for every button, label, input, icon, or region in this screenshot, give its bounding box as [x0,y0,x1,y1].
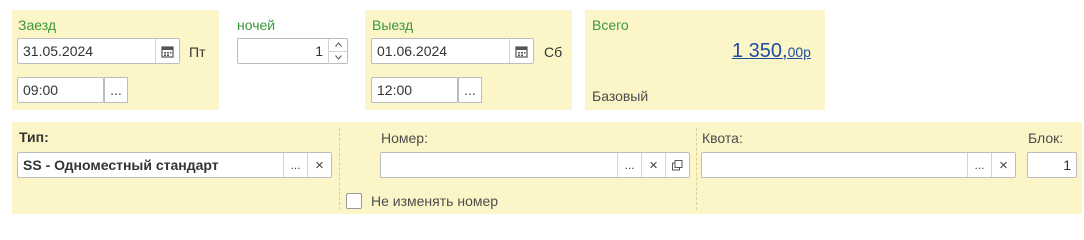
keep-number-checkbox[interactable] [346,193,362,209]
calendar-icon[interactable] [155,39,179,63]
room-type-clear-icon[interactable]: × [307,153,331,177]
room-type-value: SS - Одноместный стандарт [23,157,219,173]
total-amount-fraction: 00р [787,44,811,60]
keep-number-label: Не изменять номер [371,193,499,209]
room-number-label: Номер: [381,130,428,146]
stepper-up-icon[interactable] [329,39,347,51]
quota-clear-icon[interactable]: × [991,153,1015,177]
room-divider-2 [696,128,697,210]
open-icon[interactable] [665,153,689,177]
quota-label: Квота: [702,130,743,146]
room-divider-1 [339,128,340,210]
room-number-field[interactable]: ... × [380,152,690,178]
checkin-time-field[interactable]: 09:00 [17,77,104,103]
checkin-date-value: 31.05.2024 [23,43,94,59]
calendar-icon[interactable] [509,39,533,63]
checkin-date-field[interactable]: 31.05.2024 [17,38,180,64]
checkout-time-field[interactable]: 12:00 [371,77,458,103]
nights-label: ночей [237,17,276,33]
quota-field[interactable]: ... × [701,152,1016,178]
total-label: Всего [592,17,629,33]
quota-select-button[interactable]: ... [967,153,991,177]
quota-value [702,153,967,177]
total-amount-link[interactable]: 1 350,00р [732,40,811,63]
checkin-time-value: 09:00 [23,82,59,98]
block-value: 1 [1063,157,1071,173]
room-number-clear-icon[interactable]: × [641,153,665,177]
block-label: Блок: [1028,130,1064,146]
room-number-value [381,153,617,177]
checkout-date-value: 01.06.2024 [377,43,448,59]
checkout-label: Выезд [372,17,414,33]
tariff-label: Базовый [592,88,649,104]
checkout-weekday: Сб [544,44,563,60]
nights-stepper[interactable] [328,39,347,63]
checkout-time-value: 12:00 [377,82,413,98]
checkin-time-select-button[interactable]: ... [104,77,128,103]
room-type-label: Тип: [19,129,49,145]
room-type-select-button[interactable]: ... [283,153,307,177]
checkin-weekday: Пт [189,44,206,60]
stepper-down-icon[interactable] [329,50,347,64]
room-type-field[interactable]: SS - Одноместный стандарт ... × [17,152,332,178]
block-field[interactable]: 1 [1027,152,1077,178]
nights-field[interactable]: 1 [237,38,348,64]
checkin-label: Заезд [18,17,57,33]
nights-value: 1 [315,43,323,59]
room-number-select-button[interactable]: ... [617,153,641,177]
checkout-time-select-button[interactable]: ... [458,77,482,103]
total-amount-main: 1 350, [732,40,788,62]
checkout-date-field[interactable]: 01.06.2024 [371,38,534,64]
